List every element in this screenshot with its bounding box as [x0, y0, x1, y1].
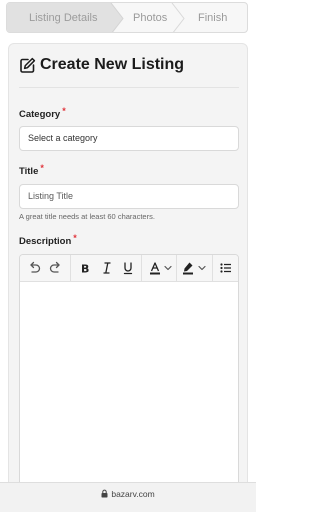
required-mark: * — [62, 106, 66, 116]
page-title: Create New Listing — [40, 56, 185, 73]
progress-stepper: Listing Details Photos Finish — [6, 2, 248, 33]
bold-icon[interactable]: B — [77, 260, 93, 276]
step-photos[interactable]: Photos — [133, 12, 167, 24]
description-editor: B — [19, 254, 239, 509]
chevron-down-icon[interactable] — [197, 260, 207, 276]
lock-icon — [101, 489, 108, 500]
step-listing-details[interactable]: Listing Details — [29, 12, 97, 24]
required-mark: * — [73, 233, 77, 243]
title-label-text: Title — [19, 166, 39, 177]
chevron-down-icon[interactable] — [163, 260, 173, 276]
step-finish[interactable]: Finish — [198, 12, 227, 24]
redo-icon[interactable] — [48, 260, 64, 276]
toolbar-separator — [141, 255, 142, 282]
category-label: Category * — [19, 106, 66, 120]
url-display[interactable]: bazarv.com — [0, 489, 256, 500]
listing-form-card: Create New Listing Category * Select a ca… — [8, 43, 248, 509]
svg-text:B: B — [81, 263, 89, 276]
bulleted-list-icon[interactable] — [218, 260, 234, 276]
title-help-text: A great title needs at least 60 characte… — [19, 212, 155, 221]
toolbar-separator — [176, 255, 177, 282]
title-input[interactable]: Listing Title — [19, 184, 239, 209]
card-header: Create New Listing — [19, 56, 239, 88]
description-textarea[interactable] — [20, 283, 238, 508]
editor-toolbar: B — [20, 255, 238, 282]
title-label: Title * — [19, 163, 44, 177]
category-select[interactable]: Select a category — [19, 126, 239, 151]
font-color-icon[interactable] — [147, 260, 163, 276]
edit-icon — [19, 57, 36, 74]
category-label-text: Category — [19, 109, 61, 120]
highlight-color-icon[interactable] — [180, 260, 196, 276]
italic-icon[interactable] — [99, 260, 115, 276]
url-text: bazarv.com — [111, 489, 155, 499]
underline-icon[interactable] — [120, 260, 136, 276]
required-mark: * — [40, 163, 44, 173]
description-label-text: Description — [19, 236, 72, 247]
toolbar-separator — [212, 255, 213, 282]
description-label: Description * — [19, 233, 77, 247]
step-divider — [171, 3, 185, 32]
browser-address-bar[interactable]: bazarv.com — [0, 482, 256, 512]
undo-icon[interactable] — [26, 260, 42, 276]
toolbar-separator — [70, 255, 71, 282]
